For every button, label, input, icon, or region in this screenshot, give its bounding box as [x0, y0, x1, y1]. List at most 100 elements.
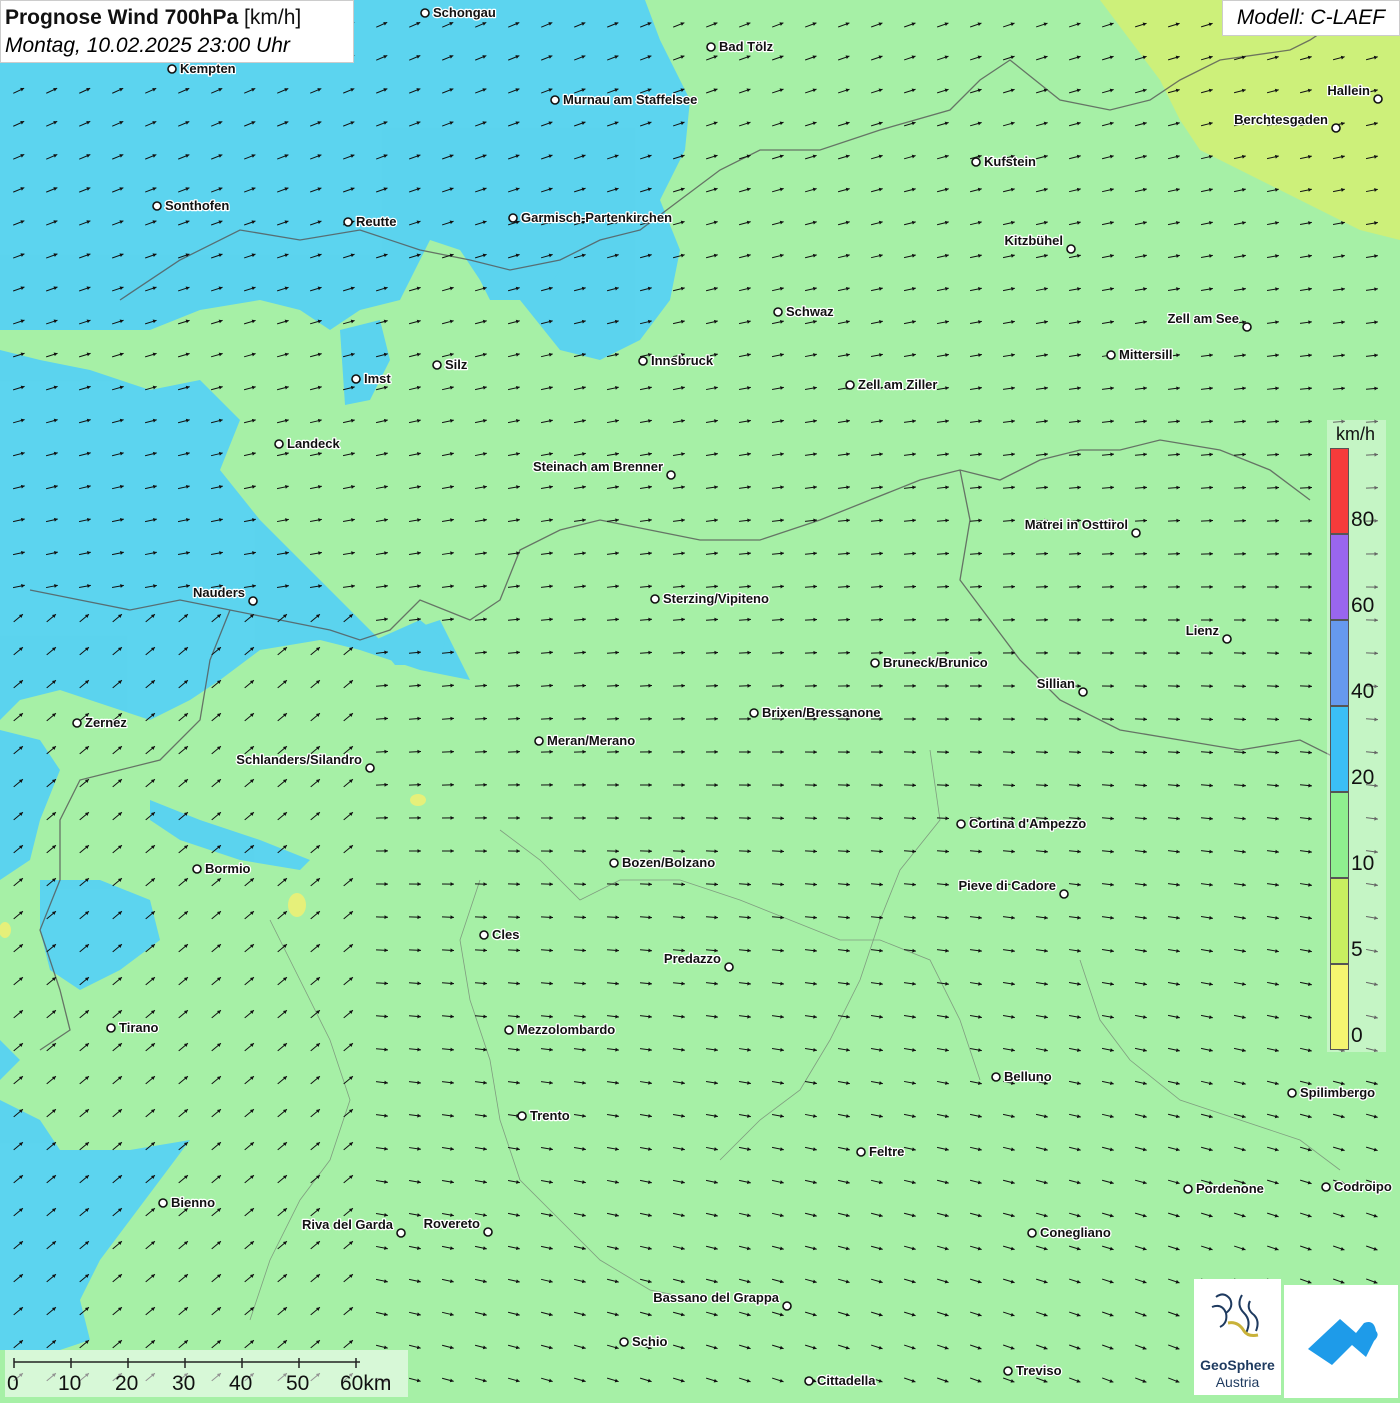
city-marker[interactable]: Innsbruck — [639, 353, 714, 368]
map-title-unit: [km/h] — [244, 6, 301, 29]
city-marker[interactable]: Cortina d'Ampezzo — [957, 816, 1086, 831]
city-label: Sterzing/Vipiteno — [663, 591, 769, 606]
city-label: Reutte — [356, 214, 396, 229]
city-label: Zell am See — [1167, 311, 1239, 326]
city-marker[interactable]: Bozen/Bolzano — [610, 855, 715, 870]
city-marker[interactable]: Schongau — [421, 5, 496, 20]
city-dot — [1243, 323, 1251, 331]
city-label: Kufstein — [984, 154, 1036, 169]
city-label: Predazzo — [664, 951, 721, 966]
city-dot — [551, 96, 559, 104]
legend-label: 10 — [1351, 852, 1374, 876]
city-label: Garmisch-Partenkirchen — [521, 210, 672, 225]
legend-swatch — [1330, 534, 1349, 620]
city-label: Tirano — [119, 1020, 159, 1035]
city-marker[interactable]: Bruneck/Brunico — [871, 655, 988, 670]
city-label: Brixen/Bressanone — [762, 705, 881, 720]
city-dot — [805, 1377, 813, 1385]
city-label: Innsbruck — [651, 353, 714, 368]
city-marker[interactable]: Zell am Ziller — [846, 377, 937, 392]
city-marker[interactable]: Sterzing/Vipiteno — [651, 591, 769, 606]
wind-map[interactable]: SchongauBad TölzKemptenMurnau am Staffel… — [0, 0, 1400, 1400]
city-label: Steinach am Brenner — [533, 459, 663, 474]
city-label: Hallein — [1327, 83, 1370, 98]
city-dot — [484, 1228, 492, 1236]
city-dot — [509, 214, 517, 222]
city-label: Feltre — [869, 1144, 904, 1159]
city-dot — [433, 361, 441, 369]
city-label: Mezzolombardo — [517, 1022, 615, 1037]
city-label: Bienno — [171, 1195, 215, 1210]
city-dot — [73, 719, 81, 727]
city-dot — [1107, 351, 1115, 359]
city-marker[interactable]: Brixen/Bressanone — [750, 705, 881, 720]
legend-swatch — [1330, 964, 1349, 1050]
city-dot — [249, 597, 257, 605]
forecast-datetime: Montag, 10.02.2025 23:00 Uhr — [5, 32, 349, 60]
city-label: Imst — [364, 371, 391, 386]
city-dot — [1332, 124, 1340, 132]
app-logo[interactable] — [1284, 1285, 1398, 1398]
legend-label: 60 — [1351, 594, 1374, 618]
city-dot — [1079, 688, 1087, 696]
city-dot — [1184, 1185, 1192, 1193]
city-label: Conegliano — [1040, 1225, 1111, 1240]
city-label: Pordenone — [1196, 1181, 1264, 1196]
city-dot — [667, 471, 675, 479]
city-marker[interactable]: Spilimbergo — [1288, 1085, 1375, 1100]
legend-swatch — [1330, 792, 1349, 878]
city-dot — [620, 1338, 628, 1346]
city-dot — [651, 595, 659, 603]
city-dot — [344, 218, 352, 226]
city-dot — [1288, 1089, 1296, 1097]
city-dot — [1067, 245, 1075, 253]
city-dot — [366, 764, 374, 772]
city-label: Zell am Ziller — [858, 377, 937, 392]
legend-swatch — [1330, 706, 1349, 792]
legend-label: 5 — [1351, 938, 1363, 962]
city-dot — [159, 1199, 167, 1207]
city-label: Treviso — [1016, 1363, 1062, 1378]
city-dot — [1322, 1183, 1330, 1191]
city-label: Codroipo — [1334, 1179, 1392, 1194]
city-label: Schlanders/Silandro — [236, 752, 362, 767]
city-label: Sonthofen — [165, 198, 229, 213]
city-label: Riva del Garda — [302, 1217, 394, 1232]
city-label: Schio — [632, 1334, 667, 1349]
city-marker[interactable]: Mezzolombardo — [505, 1022, 615, 1037]
city-dot — [505, 1026, 513, 1034]
city-dot — [725, 963, 733, 971]
legend-label: 80 — [1351, 508, 1374, 532]
city-dot — [783, 1302, 791, 1310]
city-label: Bormio — [205, 861, 251, 876]
city-label: Spilimbergo — [1300, 1085, 1375, 1100]
legend-swatch — [1330, 620, 1349, 706]
city-dot — [1028, 1229, 1036, 1237]
city-marker[interactable]: Pordenone — [1184, 1181, 1264, 1196]
city-label: Lienz — [1186, 623, 1220, 638]
map-title: Prognose Wind 700hPa — [5, 6, 238, 29]
city-marker[interactable]: Conegliano — [1028, 1225, 1111, 1240]
city-label: Murnau am Staffelsee — [563, 92, 697, 107]
city-dot — [857, 1148, 865, 1156]
legend-label: 20 — [1351, 766, 1374, 790]
geosphere-logo-text: GeoSphere — [1194, 1357, 1281, 1373]
city-label: Landeck — [287, 436, 341, 451]
city-dot — [774, 308, 782, 316]
city-label: Bozen/Bolzano — [622, 855, 715, 870]
city-label: Bruneck/Brunico — [883, 655, 988, 670]
model-label: Modell: C-LAEF — [1222, 0, 1400, 36]
city-label: Cittadella — [817, 1373, 876, 1388]
title-box: Prognose Wind 700hPa [km/h] Montag, 10.0… — [0, 0, 354, 63]
city-marker[interactable]: Murnau am Staffelsee — [551, 92, 697, 107]
city-dot — [535, 737, 543, 745]
legend-label: 40 — [1351, 680, 1374, 704]
city-dot — [397, 1229, 405, 1237]
city-marker[interactable]: Sonthofen — [153, 198, 229, 213]
city-marker[interactable]: Garmisch-Partenkirchen — [509, 210, 672, 225]
city-dot — [610, 859, 618, 867]
city-dot — [275, 440, 283, 448]
city-dot — [107, 1024, 115, 1032]
city-marker[interactable]: Meran/Merano — [535, 733, 635, 748]
city-dot — [707, 43, 715, 51]
